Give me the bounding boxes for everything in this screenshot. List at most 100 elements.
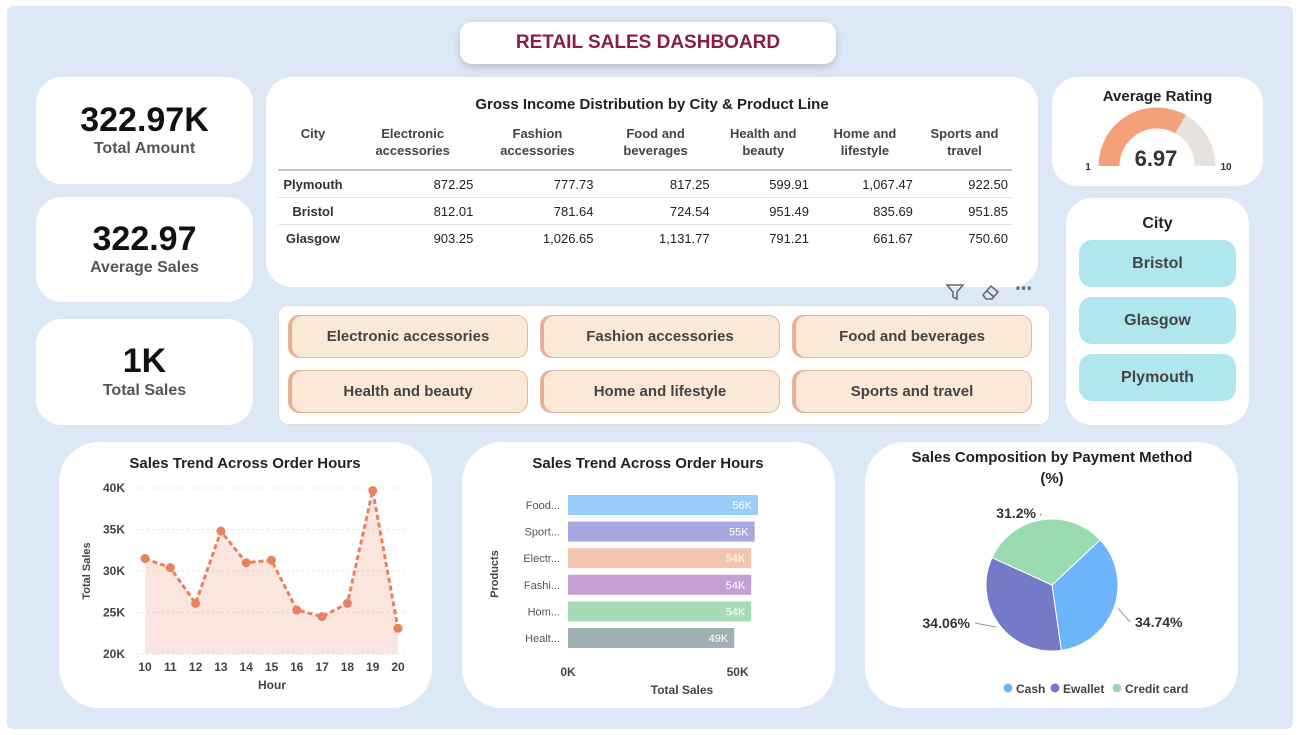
category-label: Sport... [525, 527, 560, 539]
data-label: 54K [726, 553, 746, 565]
city-option-plymouth[interactable]: Plymouth [1079, 354, 1236, 401]
table-cell: 724.54 [597, 197, 714, 225]
legend-label: Cash [1016, 682, 1045, 696]
column-header[interactable]: Food and beverages [597, 122, 714, 171]
gauge-max: 10 [1220, 162, 1232, 173]
bar [568, 548, 752, 569]
kpi-card-total-amount: 322.97K Total Amount [36, 77, 253, 184]
table-cell: 903.25 [433, 230, 474, 246]
kpi-label: Average Sales [90, 259, 199, 277]
product-option-health-and-beauty[interactable]: Health and beauty [288, 370, 528, 413]
table-cell: 777.73 [477, 170, 598, 198]
table-cell: 922.50 [916, 170, 1012, 198]
x-tick-label: 16 [290, 660, 304, 674]
city-option-bristol[interactable]: Bristol [1079, 240, 1236, 287]
bar [568, 574, 752, 595]
x-tick-label: 18 [341, 660, 355, 674]
column-header[interactable]: Sports and travel [916, 122, 1012, 171]
legend-label: Credit card [1125, 682, 1188, 696]
filter-icon[interactable] [945, 283, 965, 306]
category-label: Food... [526, 500, 560, 512]
table-cell: 812.01 [348, 197, 478, 225]
table-cell-city: Glasgow [285, 230, 341, 246]
data-point [267, 555, 276, 565]
kpi-label: Total Sales [102, 381, 187, 399]
area-fill [145, 490, 398, 654]
table-cell: 951.85 [916, 197, 1012, 225]
data-label: 54K [726, 606, 746, 618]
data-point [292, 605, 302, 615]
x-axis-label: Hour [258, 678, 286, 692]
y-axis-label: Total Sales [81, 542, 93, 599]
data-label: 56K [732, 500, 752, 512]
x-tick-label: 14 [240, 660, 254, 674]
legend-label: Ewallet [1063, 682, 1104, 696]
kpi-label: Total Amount [93, 140, 196, 158]
gross-income-table: City Electronic accessories Fashion acce… [278, 122, 1012, 251]
table-cell-city: Plymouth [278, 170, 348, 198]
more-options-icon[interactable]: ⋯ [1015, 279, 1032, 299]
column-header[interactable]: Fashion accessories [477, 122, 598, 171]
y-tick-label: 30K [103, 564, 125, 578]
bar [568, 521, 755, 542]
y-axis-label: Products [489, 550, 501, 598]
x-tick-label: 17 [315, 660, 329, 674]
data-point [140, 554, 150, 564]
legend-marker [1112, 683, 1122, 693]
chart-title-line: Sales Composition by Payment Method [912, 449, 1193, 466]
leader-line [1117, 607, 1131, 623]
table-row: Glasgow 903.25 1,026.65 1,131.77 791.21 … [278, 225, 1012, 252]
column-header[interactable]: City [278, 122, 348, 171]
product-option-fashion-accessories[interactable]: Fashion accessories [540, 315, 780, 358]
slice-value-label: 31.2% [996, 505, 1036, 521]
chart-title: Sales Composition by Payment Method (%) [912, 449, 1193, 487]
product-option-food-and-beverages[interactable]: Food and beverages [792, 315, 1032, 358]
kpi-value: 322.97 [92, 219, 197, 258]
page-title: RETAIL SALES DASHBOARD [460, 22, 836, 64]
x-tick-label: 50K [727, 665, 749, 679]
column-header[interactable]: Health and beauty [713, 122, 813, 171]
table-cell: 750.60 [968, 230, 1008, 246]
payment-method-pie-chart: Sales Composition by Payment Method (%) 3… [912, 449, 1193, 696]
data-label: 54K [726, 580, 746, 592]
chart-title: Sales Trend Across Order Hours [129, 455, 360, 472]
kpi-value: 322.97K [80, 100, 209, 139]
table-cell: 781.64 [477, 197, 598, 225]
product-option-sports-and-travel[interactable]: Sports and travel [792, 370, 1032, 413]
x-tick-label: 0K [560, 665, 576, 679]
x-tick-label: 10 [138, 660, 152, 674]
x-tick-label: 11 [164, 660, 177, 674]
category-label: Electr... [523, 553, 560, 565]
data-point [241, 558, 251, 568]
product-option-electronic-accessories[interactable]: Electronic accessories [288, 315, 528, 358]
kpi-card-average-sales: 322.97 Average Sales [36, 197, 253, 302]
x-tick-label: 12 [189, 660, 203, 674]
payment-method-pie-card: Sales Composition by Payment Method (%) 3… [865, 442, 1238, 708]
data-point [317, 612, 327, 622]
x-tick-label: 15 [265, 660, 279, 674]
table-header-row: City Electronic accessories Fashion acce… [278, 122, 1012, 171]
product-option-home-and-lifestyle[interactable]: Home and lifestyle [540, 370, 780, 413]
sales-by-product-bar-chart: Sales Trend Across Order Hours Total Sal… [489, 455, 764, 697]
city-slicer-title: City [1142, 215, 1173, 232]
eraser-icon[interactable] [979, 283, 1001, 306]
rating-gauge: 6.97 1 10 [1085, 107, 1232, 173]
column-header[interactable]: Home and lifestyle [812, 122, 917, 171]
chart-title-line: (%) [1040, 470, 1063, 487]
x-tick-label: 20 [391, 660, 405, 674]
column-header[interactable]: Electronic accessories [348, 122, 478, 171]
table-cell: 791.21 [769, 230, 809, 246]
table-cell: 951.49 [713, 197, 813, 225]
data-label: 49K [709, 633, 729, 645]
table-cell: 817.25 [597, 170, 714, 198]
table-row: Bristol 812.01 781.64 724.54 951.49 835.… [278, 197, 1012, 225]
x-tick-label: 19 [366, 660, 380, 674]
category-label: Fashi... [524, 580, 560, 592]
data-point [165, 563, 175, 573]
y-tick-label: 35K [103, 523, 125, 537]
gross-income-title: Gross Income Distribution by City & Prod… [475, 96, 829, 113]
kpi-value: 1K [122, 342, 167, 381]
data-point [368, 485, 378, 495]
data-point [393, 623, 403, 633]
city-option-glasgow[interactable]: Glasgow [1079, 297, 1236, 344]
